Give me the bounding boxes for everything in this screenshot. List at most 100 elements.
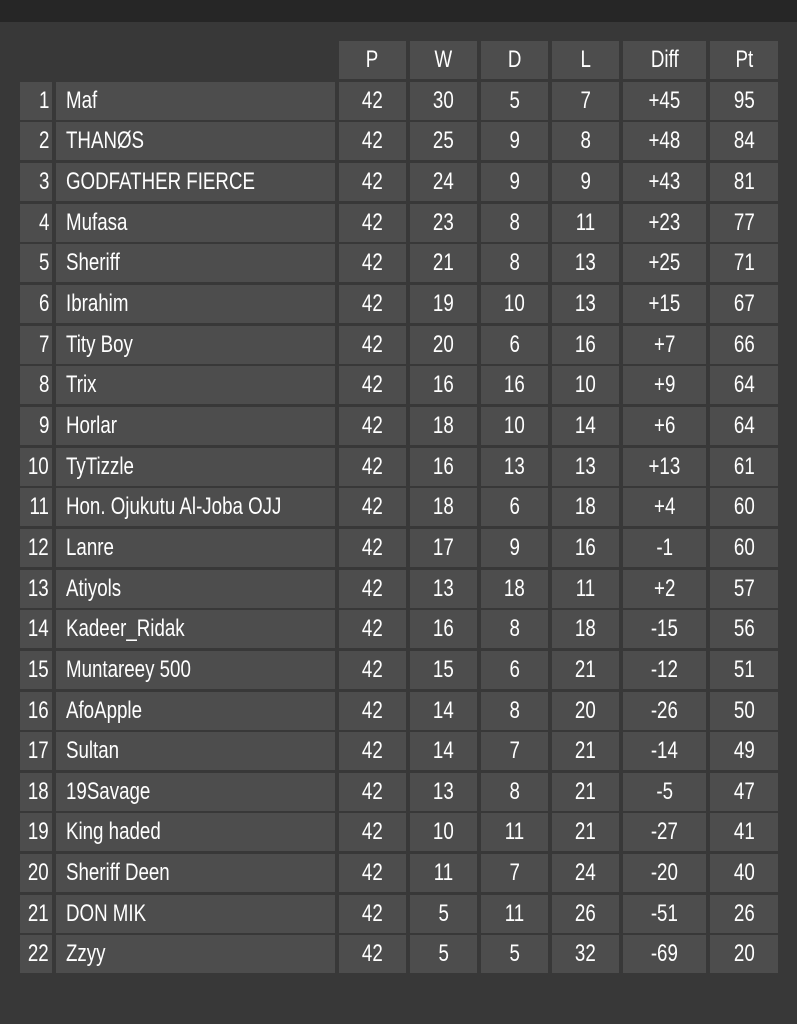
- played-cell: 42: [339, 854, 406, 893]
- goal-diff-cell: +15: [623, 284, 706, 323]
- lost-cell: 18: [552, 610, 619, 649]
- rank-cell: 11: [20, 488, 52, 527]
- goal-diff-cell: -14: [623, 732, 706, 771]
- points-cell: 51: [710, 650, 778, 689]
- played-cell: 42: [339, 284, 406, 323]
- drawn-cell: 8: [481, 610, 548, 649]
- played-cell: 42: [339, 162, 406, 201]
- won-cell: 11: [410, 854, 477, 893]
- rank-cell: 4: [20, 203, 52, 242]
- points-cell: 64: [710, 406, 778, 445]
- points-cell: 26: [710, 894, 778, 933]
- drawn-cell: 18: [481, 569, 548, 608]
- lost-cell: 8: [552, 122, 619, 161]
- goal-diff-cell: -20: [623, 854, 706, 893]
- player-name-cell: Lanre: [56, 528, 335, 567]
- rank-cell: 5: [20, 244, 52, 283]
- played-cell: 42: [339, 813, 406, 852]
- player-name-cell: Zzyy: [56, 935, 335, 974]
- header-goal-diff: Diff: [623, 41, 706, 79]
- won-cell: 10: [410, 813, 477, 852]
- drawn-cell: 8: [481, 691, 548, 730]
- drawn-cell: 6: [481, 650, 548, 689]
- goal-diff-cell: +4: [623, 488, 706, 527]
- rank-cell: 10: [20, 447, 52, 486]
- points-cell: 40: [710, 854, 778, 893]
- drawn-cell: 13: [481, 447, 548, 486]
- lost-cell: 21: [552, 772, 619, 811]
- player-name-cell: 19Savage: [56, 772, 335, 811]
- drawn-cell: 11: [481, 813, 548, 852]
- header-won: W: [410, 41, 477, 79]
- lost-cell: 11: [552, 569, 619, 608]
- header-rank-blank: [20, 41, 52, 79]
- player-name-cell: Hon. Ojukutu Al-Joba OJJ: [56, 488, 335, 527]
- played-cell: 42: [339, 691, 406, 730]
- lost-cell: 21: [552, 813, 619, 852]
- won-cell: 23: [410, 203, 477, 242]
- played-cell: 42: [339, 244, 406, 283]
- rank-cell: 7: [20, 325, 52, 364]
- goal-diff-cell: -1: [623, 528, 706, 567]
- player-name-cell: Ibrahim: [56, 284, 335, 323]
- won-cell: 16: [410, 610, 477, 649]
- standings-table: P W D L Diff Pt 1 Maf 42 30 5 7 +45 95 2 THANØS 42…: [20, 41, 778, 974]
- won-cell: 18: [410, 488, 477, 527]
- lost-cell: 16: [552, 528, 619, 567]
- rank-cell: 16: [20, 691, 52, 730]
- won-cell: 24: [410, 162, 477, 201]
- goal-diff-cell: -12: [623, 650, 706, 689]
- played-cell: 42: [339, 447, 406, 486]
- goal-diff-cell: -69: [623, 935, 706, 974]
- won-cell: 13: [410, 569, 477, 608]
- header-drawn: D: [481, 41, 548, 79]
- drawn-cell: 10: [481, 284, 548, 323]
- lost-cell: 9: [552, 162, 619, 201]
- points-cell: 84: [710, 122, 778, 161]
- points-cell: 49: [710, 732, 778, 771]
- goal-diff-cell: -27: [623, 813, 706, 852]
- won-cell: 30: [410, 81, 477, 120]
- goal-diff-cell: +43: [623, 162, 706, 201]
- points-cell: 57: [710, 569, 778, 608]
- played-cell: 42: [339, 935, 406, 974]
- player-name-cell: Atiyols: [56, 569, 335, 608]
- played-cell: 42: [339, 406, 406, 445]
- played-cell: 42: [339, 203, 406, 242]
- header-played: P: [339, 41, 406, 79]
- played-cell: 42: [339, 610, 406, 649]
- won-cell: 18: [410, 406, 477, 445]
- drawn-cell: 11: [481, 894, 548, 933]
- points-cell: 50: [710, 691, 778, 730]
- rank-cell: 19: [20, 813, 52, 852]
- played-cell: 42: [339, 528, 406, 567]
- player-name-cell: Tity Boy: [56, 325, 335, 364]
- points-cell: 41: [710, 813, 778, 852]
- player-name-cell: Sheriff: [56, 244, 335, 283]
- player-name-cell: Kadeer_Ridak: [56, 610, 335, 649]
- played-cell: 42: [339, 122, 406, 161]
- played-cell: 42: [339, 488, 406, 527]
- points-cell: 66: [710, 325, 778, 364]
- points-cell: 67: [710, 284, 778, 323]
- won-cell: 16: [410, 447, 477, 486]
- won-cell: 5: [410, 935, 477, 974]
- lost-cell: 10: [552, 366, 619, 405]
- won-cell: 14: [410, 691, 477, 730]
- rank-cell: 22: [20, 935, 52, 974]
- won-cell: 14: [410, 732, 477, 771]
- played-cell: 42: [339, 569, 406, 608]
- points-cell: 77: [710, 203, 778, 242]
- lost-cell: 11: [552, 203, 619, 242]
- player-name-cell: Sultan: [56, 732, 335, 771]
- points-cell: 61: [710, 447, 778, 486]
- rank-cell: 2: [20, 122, 52, 161]
- lost-cell: 24: [552, 854, 619, 893]
- rank-cell: 12: [20, 528, 52, 567]
- lost-cell: 21: [552, 650, 619, 689]
- drawn-cell: 6: [481, 488, 548, 527]
- won-cell: 17: [410, 528, 477, 567]
- lost-cell: 20: [552, 691, 619, 730]
- goal-diff-cell: +13: [623, 447, 706, 486]
- top-bar: [0, 0, 797, 22]
